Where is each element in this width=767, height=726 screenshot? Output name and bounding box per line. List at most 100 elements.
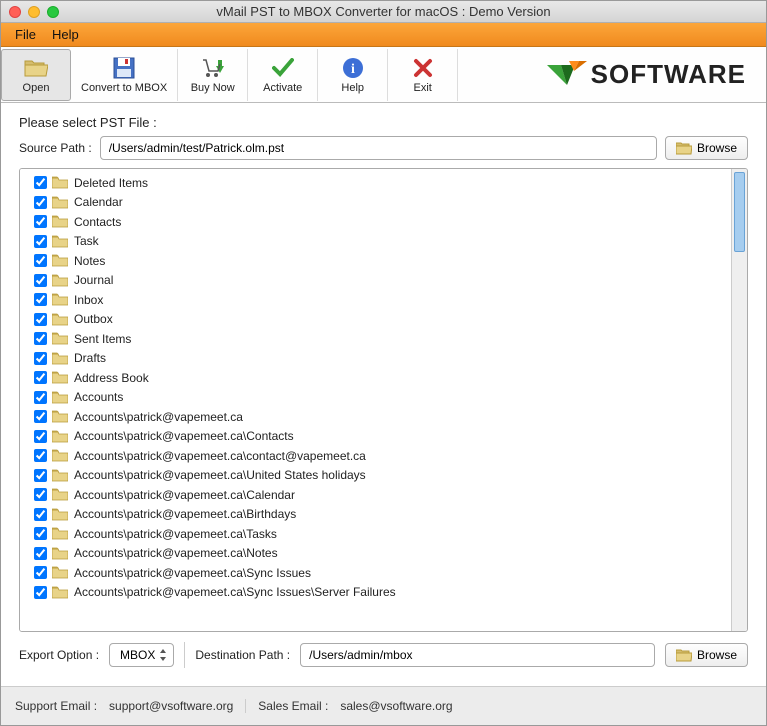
exit-button[interactable]: Exit xyxy=(388,49,458,101)
tree-item-label: Accounts\patrick@vapemeet.ca\Tasks xyxy=(74,527,277,541)
tree-item-checkbox[interactable] xyxy=(34,488,47,501)
tree-item-checkbox[interactable] xyxy=(34,410,47,423)
tree-item[interactable]: Inbox xyxy=(20,290,731,310)
tree-item-label: Accounts\patrick@vapemeet.ca\Sync Issues xyxy=(74,566,311,580)
tree-item-checkbox[interactable] xyxy=(34,274,47,287)
tree-item[interactable]: Accounts xyxy=(20,388,731,408)
tree-item[interactable]: Notes xyxy=(20,251,731,271)
tree-item[interactable]: Accounts\patrick@vapemeet.ca\Birthdays xyxy=(20,505,731,525)
brand-logo: SOFTWARE xyxy=(547,59,766,91)
activate-button[interactable]: Activate xyxy=(248,49,318,101)
tree-item-checkbox[interactable] xyxy=(34,313,47,326)
tree-item[interactable]: Contacts xyxy=(20,212,731,232)
folder-icon xyxy=(52,527,68,540)
tree-item-label: Inbox xyxy=(74,293,103,307)
tree-item[interactable]: Accounts\patrick@vapemeet.ca\Tasks xyxy=(20,524,731,544)
brand-text: SOFTWARE xyxy=(591,59,746,90)
tree-item-checkbox[interactable] xyxy=(34,566,47,579)
tree-item[interactable]: Accounts\patrick@vapemeet.ca\Contacts xyxy=(20,427,731,447)
tree-item-checkbox[interactable] xyxy=(34,215,47,228)
tree-item-label: Calendar xyxy=(74,195,123,209)
source-path-input[interactable] xyxy=(100,136,657,160)
folder-icon xyxy=(52,566,68,579)
tree-item[interactable]: Accounts\patrick@vapemeet.ca\contact@vap… xyxy=(20,446,731,466)
folder-icon xyxy=(52,293,68,306)
tree-item-label: Accounts\patrick@vapemeet.ca\United Stat… xyxy=(74,468,366,482)
save-icon xyxy=(112,56,136,80)
open-button[interactable]: Open xyxy=(1,49,71,101)
tree-item[interactable]: Calendar xyxy=(20,193,731,213)
folder-icon xyxy=(52,235,68,248)
tree-item-label: Journal xyxy=(74,273,113,287)
tree-item-label: Accounts\patrick@vapemeet.ca\Birthdays xyxy=(74,507,296,521)
tree-item[interactable]: Outbox xyxy=(20,310,731,330)
folder-icon xyxy=(52,449,68,462)
folder-icon xyxy=(676,142,692,155)
tree-item-checkbox[interactable] xyxy=(34,254,47,267)
tree-item-checkbox[interactable] xyxy=(34,293,47,306)
sales-email-value: sales@vsoftware.org xyxy=(340,699,452,713)
folder-icon xyxy=(52,508,68,521)
tree-item[interactable]: Drafts xyxy=(20,349,731,369)
toolbar: Open Convert to MBOX Buy Now Activate i … xyxy=(1,47,766,103)
tree-item[interactable]: Accounts\patrick@vapemeet.ca\Notes xyxy=(20,544,731,564)
sales-email-label: Sales Email : xyxy=(258,699,328,713)
folder-icon xyxy=(52,488,68,501)
folder-icon xyxy=(52,586,68,599)
open-label: Open xyxy=(23,82,50,94)
folder-open-icon xyxy=(24,56,48,80)
tree-item[interactable]: Deleted Items xyxy=(20,173,731,193)
tree-item-checkbox[interactable] xyxy=(34,235,47,248)
buy-now-button[interactable]: Buy Now xyxy=(178,49,248,101)
tree-item-checkbox[interactable] xyxy=(34,449,47,462)
tree-item-label: Accounts\patrick@vapemeet.ca\Notes xyxy=(74,546,278,560)
tree-item-checkbox[interactable] xyxy=(34,332,47,345)
folder-icon xyxy=(52,547,68,560)
folder-icon xyxy=(52,176,68,189)
tree-item-label: Drafts xyxy=(74,351,106,365)
tree-item[interactable]: Accounts\patrick@vapemeet.ca\Sync Issues xyxy=(20,563,731,583)
tree-item[interactable]: Accounts\patrick@vapemeet.ca\Sync Issues… xyxy=(20,583,731,603)
scrollbar[interactable] xyxy=(731,169,747,631)
help-button[interactable]: i Help xyxy=(318,49,388,101)
tree-item-checkbox[interactable] xyxy=(34,196,47,209)
browse-destination-button[interactable]: Browse xyxy=(665,643,748,667)
tree-item[interactable]: Sent Items xyxy=(20,329,731,349)
export-format-select[interactable]: MBOX xyxy=(109,643,174,667)
destination-path-input[interactable] xyxy=(300,643,655,667)
tree-item[interactable]: Address Book xyxy=(20,368,731,388)
tree-item-checkbox[interactable] xyxy=(34,352,47,365)
folder-icon xyxy=(52,430,68,443)
folder-icon xyxy=(52,215,68,228)
tree-item-checkbox[interactable] xyxy=(34,527,47,540)
tree-item-checkbox[interactable] xyxy=(34,430,47,443)
browse-source-button[interactable]: Browse xyxy=(665,136,748,160)
tree-item[interactable]: Task xyxy=(20,232,731,252)
browse-label: Browse xyxy=(697,648,737,662)
tree-item[interactable]: Accounts\patrick@vapemeet.ca\United Stat… xyxy=(20,466,731,486)
tree-item[interactable]: Accounts\patrick@vapemeet.ca xyxy=(20,407,731,427)
cart-icon xyxy=(201,56,225,80)
export-option-label: Export Option : xyxy=(19,648,99,662)
convert-button[interactable]: Convert to MBOX xyxy=(71,49,178,101)
scrollbar-thumb[interactable] xyxy=(734,172,745,252)
tree-item-checkbox[interactable] xyxy=(34,176,47,189)
activate-label: Activate xyxy=(263,82,302,94)
tree-item[interactable]: Journal xyxy=(20,271,731,291)
buy-now-label: Buy Now xyxy=(191,82,235,94)
menu-help[interactable]: Help xyxy=(44,25,87,44)
tree-item-checkbox[interactable] xyxy=(34,391,47,404)
tree-item[interactable]: Accounts\patrick@vapemeet.ca\Calendar xyxy=(20,485,731,505)
tree-item-checkbox[interactable] xyxy=(34,586,47,599)
tree-item-label: Notes xyxy=(74,254,105,268)
tree-item-label: Contacts xyxy=(74,215,121,229)
browse-label: Browse xyxy=(697,141,737,155)
tree-item-checkbox[interactable] xyxy=(34,469,47,482)
folder-icon xyxy=(676,649,692,662)
tree-item-checkbox[interactable] xyxy=(34,508,47,521)
tree-item-checkbox[interactable] xyxy=(34,547,47,560)
menu-file[interactable]: File xyxy=(7,25,44,44)
divider xyxy=(245,699,246,713)
tree-item-label: Accounts\patrick@vapemeet.ca\Sync Issues… xyxy=(74,585,396,599)
tree-item-checkbox[interactable] xyxy=(34,371,47,384)
